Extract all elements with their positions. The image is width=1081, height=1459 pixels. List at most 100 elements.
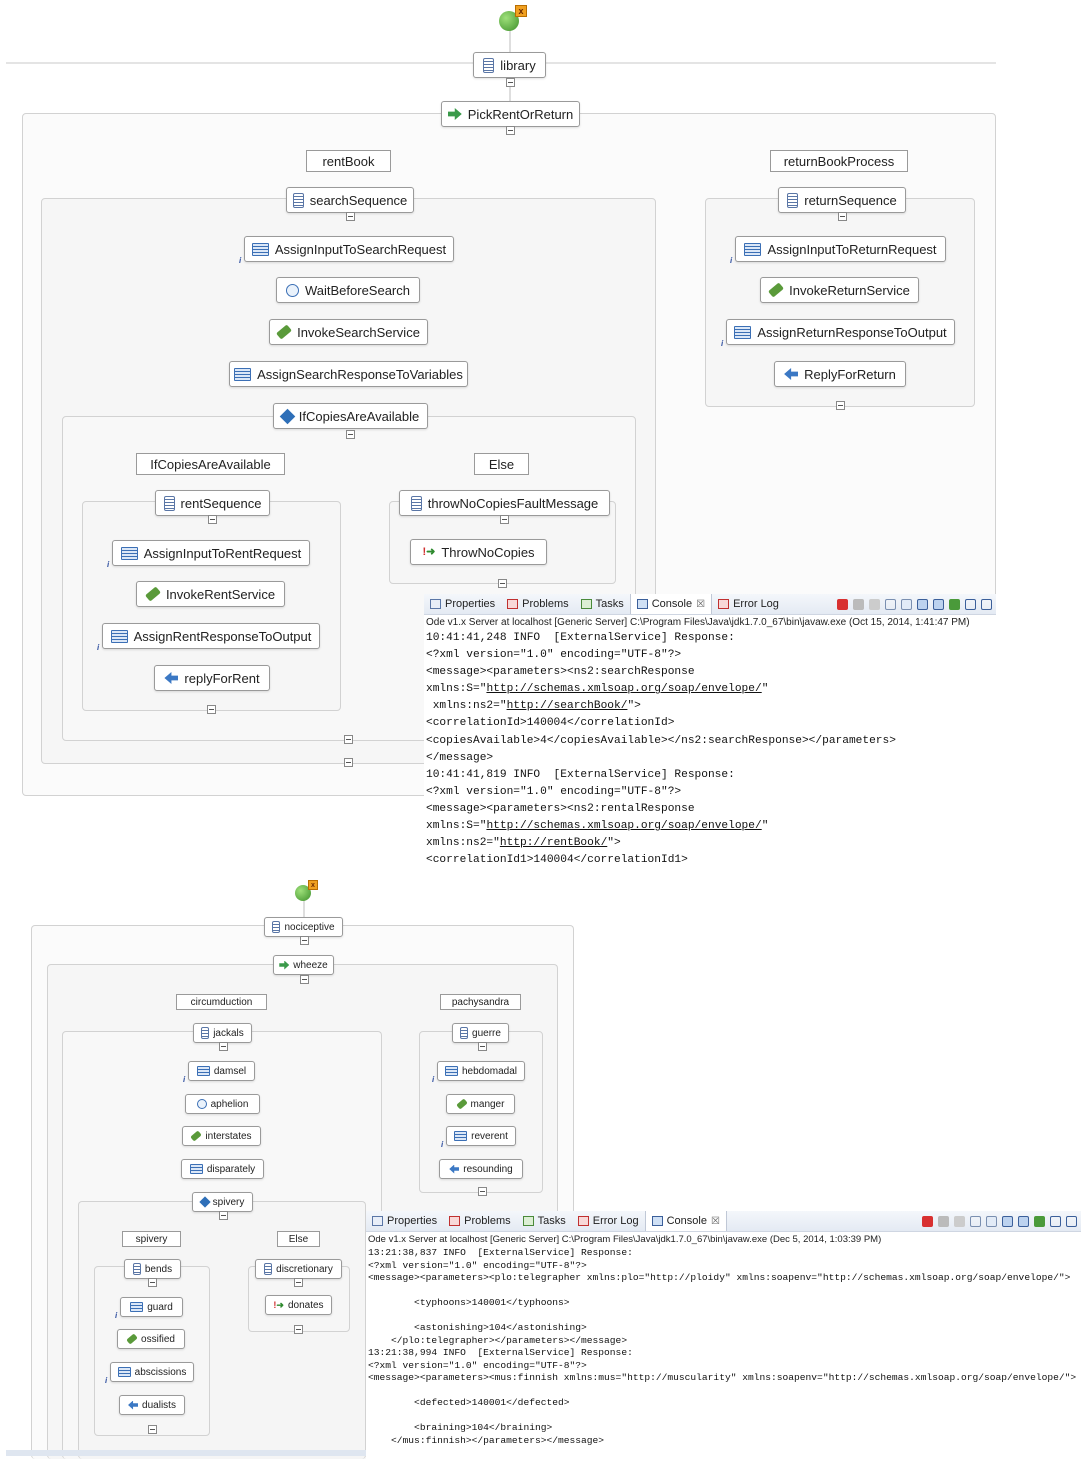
jackals-sequence-node[interactable]: jackals xyxy=(193,1023,252,1043)
console-hyperlink[interactable]: http://schemas.xmlsoap.org/soap/envelope… xyxy=(486,683,761,695)
tab-console[interactable]: Console ☒ xyxy=(644,1211,727,1231)
scroll-lock-icon[interactable] xyxy=(986,1215,997,1227)
collapse-toggle-icon[interactable] xyxy=(836,401,845,410)
invoke-node[interactable]: InvokeSearchService xyxy=(269,319,428,345)
assign-node[interactable]: i damsel xyxy=(183,1061,255,1084)
else-branch-label[interactable]: Else xyxy=(277,1231,320,1247)
collapse-toggle-icon[interactable] xyxy=(478,1042,487,1051)
branch-label-returnbookprocess[interactable]: returnBookProcess xyxy=(770,150,908,172)
display-console-icon[interactable] xyxy=(1050,1215,1061,1227)
throw-sequence-node[interactable]: throwNoCopiesFaultMessage xyxy=(399,490,610,516)
collapse-toggle-icon[interactable] xyxy=(294,1278,303,1287)
reply-node[interactable]: resounding xyxy=(439,1159,523,1179)
return-sequence-node[interactable]: returnSequence xyxy=(778,187,906,213)
scroll-lock-icon[interactable] xyxy=(901,598,912,610)
bends-sequence-node[interactable]: bends xyxy=(124,1259,181,1279)
invoke-node[interactable]: manger xyxy=(446,1094,515,1114)
console-output[interactable]: 10:41:41,248 INFO [ExternalService] Resp… xyxy=(424,630,996,869)
collapse-toggle-icon[interactable] xyxy=(478,1187,487,1196)
assign-node[interactable]: i abscissions xyxy=(105,1362,194,1385)
show-on-error-icon[interactable] xyxy=(1018,1215,1029,1227)
invoke-node[interactable]: InvokeRentService xyxy=(136,581,285,607)
tab-tasks[interactable]: Tasks xyxy=(575,594,630,614)
search-sequence-node[interactable]: searchSequence xyxy=(286,187,414,213)
horizontal-scrollbar[interactable] xyxy=(6,1450,366,1456)
branch-label-circumduction[interactable]: circumduction xyxy=(176,994,267,1010)
branch-label-pachysandra[interactable]: pachysandra xyxy=(440,994,521,1010)
collapse-toggle-icon[interactable] xyxy=(208,515,217,524)
collapse-toggle-icon[interactable] xyxy=(346,212,355,221)
tab-tasks[interactable]: Tasks xyxy=(517,1211,572,1231)
tab-error-log[interactable]: Error Log xyxy=(712,594,785,614)
collapse-toggle-icon[interactable] xyxy=(838,212,847,221)
collapse-toggle-icon[interactable] xyxy=(219,1211,228,1220)
terminate-icon[interactable] xyxy=(837,598,848,610)
clear-console-icon[interactable] xyxy=(970,1215,981,1227)
tab-problems[interactable]: Problems xyxy=(501,594,574,614)
collapse-toggle-icon[interactable] xyxy=(300,975,309,984)
collapse-toggle-icon[interactable] xyxy=(500,515,509,524)
if-node[interactable]: IfCopiesAreAvailable xyxy=(273,403,428,429)
invoke-node[interactable]: interstates xyxy=(182,1126,261,1146)
collapse-toggle-icon[interactable] xyxy=(498,579,507,588)
remove-launch-icon[interactable] xyxy=(938,1215,949,1227)
assign-node[interactable]: disparately xyxy=(181,1159,264,1179)
collapse-toggle-icon[interactable] xyxy=(148,1278,157,1287)
reply-node[interactable]: ReplyForReturn xyxy=(774,361,906,387)
wait-node[interactable]: aphelion xyxy=(185,1094,260,1114)
assign-node[interactable]: i AssignInputToRentRequest xyxy=(107,540,310,569)
collapse-toggle-icon[interactable] xyxy=(344,758,353,767)
throw-node[interactable]: !➜ donates xyxy=(265,1295,332,1315)
show-on-output-icon[interactable] xyxy=(1002,1215,1013,1227)
process-nociceptive-node[interactable]: nociceptive xyxy=(264,917,343,937)
close-icon[interactable]: ☒ xyxy=(696,599,705,610)
remove-all-icon[interactable] xyxy=(954,1215,965,1227)
clear-console-icon[interactable] xyxy=(885,598,896,610)
rent-sequence-node[interactable]: rentSequence xyxy=(155,490,270,516)
pin-console-icon[interactable] xyxy=(949,598,960,610)
collapse-toggle-icon[interactable] xyxy=(294,1325,303,1334)
remove-launch-icon[interactable] xyxy=(853,598,864,610)
invoke-node[interactable]: ossified xyxy=(117,1329,185,1349)
terminate-icon[interactable] xyxy=(922,1215,933,1227)
guerre-sequence-node[interactable]: guerre xyxy=(452,1023,509,1043)
reply-node[interactable]: dualists xyxy=(119,1395,185,1415)
tab-error-log[interactable]: Error Log xyxy=(572,1211,645,1231)
invoke-node[interactable]: InvokeReturnService xyxy=(760,277,919,303)
collapse-toggle-icon[interactable] xyxy=(219,1042,228,1051)
else-branch-label[interactable]: Else xyxy=(474,453,529,475)
tab-console[interactable]: Console ☒ xyxy=(629,594,713,614)
collapse-toggle-icon[interactable] xyxy=(344,735,353,744)
assign-node[interactable]: i AssignReturnResponseToOutput xyxy=(721,319,955,348)
assign-node[interactable]: i guard xyxy=(115,1297,183,1320)
collapse-toggle-icon[interactable] xyxy=(506,126,515,135)
show-on-output-icon[interactable] xyxy=(917,598,928,610)
collapse-toggle-icon[interactable] xyxy=(300,936,309,945)
collapse-toggle-icon[interactable] xyxy=(207,705,216,714)
tab-problems[interactable]: Problems xyxy=(443,1211,516,1231)
console-output[interactable]: 13:21:38,837 INFO [ExternalService] Resp… xyxy=(366,1247,1081,1447)
display-console-icon[interactable] xyxy=(965,598,976,610)
throw-node[interactable]: !➜ ThrowNoCopies xyxy=(410,539,547,565)
assign-node[interactable]: AssignSearchResponseToVariables xyxy=(229,361,468,387)
if-branch-label[interactable]: IfCopiesAreAvailable xyxy=(136,453,285,475)
wait-node[interactable]: WaitBeforeSearch xyxy=(276,277,420,303)
process-library-node[interactable]: library xyxy=(473,52,546,78)
branch-label-rentbook[interactable]: rentBook xyxy=(306,150,391,172)
pick-node[interactable]: PickRentOrReturn xyxy=(441,101,580,127)
assign-node[interactable]: i hebdomadal xyxy=(432,1061,525,1084)
discretionary-sequence-node[interactable]: discretionary xyxy=(255,1259,342,1279)
collapse-toggle-icon[interactable] xyxy=(506,78,515,87)
remove-all-icon[interactable] xyxy=(869,598,880,610)
tab-properties[interactable]: Properties xyxy=(366,1211,443,1231)
assign-node[interactable]: i reverent xyxy=(441,1126,516,1149)
if-node[interactable]: spivery xyxy=(192,1192,253,1212)
console-hyperlink[interactable]: http://schemas.xmlsoap.org/soap/envelope… xyxy=(486,820,761,832)
pin-console-icon[interactable] xyxy=(1034,1215,1045,1227)
reply-node[interactable]: replyForRent xyxy=(154,665,270,691)
if-branch-label[interactable]: spivery xyxy=(122,1231,181,1247)
assign-node[interactable]: i AssignInputToSearchRequest xyxy=(239,236,454,265)
show-on-error-icon[interactable] xyxy=(933,598,944,610)
pick-node[interactable]: wheeze xyxy=(273,955,334,975)
assign-node[interactable]: i AssignInputToReturnRequest xyxy=(730,236,946,265)
